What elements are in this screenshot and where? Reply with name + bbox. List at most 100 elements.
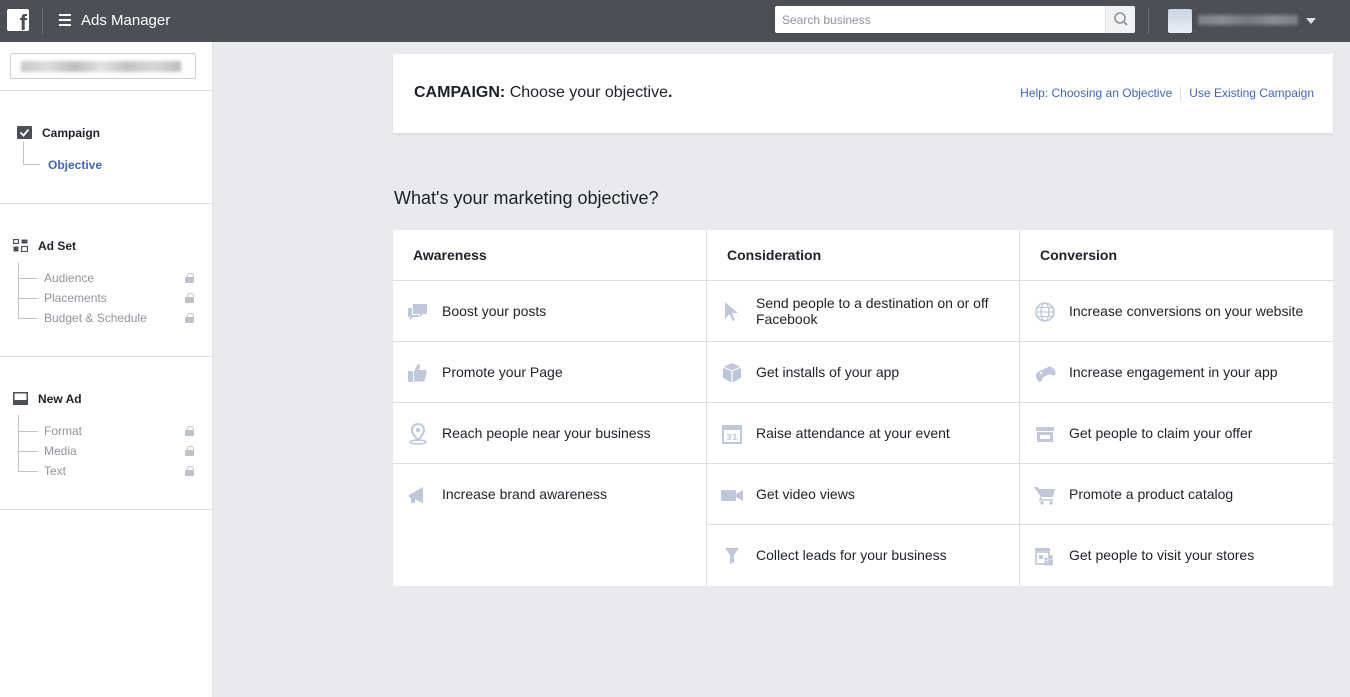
- checkbox-checked-icon: [17, 126, 32, 139]
- consideration-column: Consideration Send people to a destinati…: [706, 230, 1019, 586]
- objective-website-conversions[interactable]: Increase conversions on your website: [1020, 281, 1333, 342]
- tree-line: [18, 431, 38, 432]
- column-heading: Conversion: [1020, 230, 1333, 281]
- objective-event-attendance[interactable]: 31 Raise attendance at your event: [707, 403, 1019, 464]
- lock-icon: [185, 273, 194, 283]
- objective-label: Reach people near your business: [442, 425, 651, 441]
- map-pin-icon: [409, 422, 427, 445]
- account-name-redacted: [1198, 15, 1298, 25]
- link-divider: [1180, 86, 1182, 101]
- tree-line: [18, 415, 19, 471]
- objective-label: Increase brand awareness: [442, 486, 607, 502]
- tree-line: [18, 471, 38, 472]
- objective-offer-claims[interactable]: Get people to claim your offer: [1020, 403, 1333, 464]
- objective-grid: Awareness Boost your posts Promote your …: [393, 230, 1333, 586]
- sidebar-item-budget-schedule[interactable]: Budget & Schedule: [44, 311, 147, 325]
- menu-icon[interactable]: [59, 14, 71, 26]
- tree-line: [18, 278, 38, 279]
- objective-label: Increase conversions on your website: [1069, 303, 1304, 319]
- box-icon: [722, 363, 742, 383]
- use-existing-campaign-link[interactable]: Use Existing Campaign: [1189, 86, 1314, 100]
- page-title-text: Choose your objective: [505, 84, 669, 101]
- sidebar-section-campaign[interactable]: Campaign: [42, 126, 100, 140]
- conversion-column: Conversion Increase conversions on your …: [1019, 230, 1333, 586]
- search-input[interactable]: [775, 6, 1103, 33]
- objective-boost-posts[interactable]: Boost your posts: [393, 281, 706, 342]
- sidebar-section-ad-set[interactable]: Ad Set: [38, 239, 76, 253]
- topbar-divider: [1148, 8, 1149, 34]
- sidebar-item-placements[interactable]: Placements: [44, 291, 107, 305]
- funnel-icon: [725, 548, 739, 564]
- avatar: [1168, 9, 1192, 33]
- sidebar-divider: [0, 203, 212, 204]
- objective-label: Raise attendance at your event: [756, 425, 950, 441]
- search-button[interactable]: [1105, 6, 1135, 33]
- tree-line: [23, 142, 24, 164]
- objective-promote-page[interactable]: Promote your Page: [393, 342, 706, 403]
- sidebar-section-new-ad[interactable]: New Ad: [38, 392, 82, 406]
- objective-video-views[interactable]: Get video views: [707, 464, 1019, 525]
- cursor-icon: [725, 302, 738, 321]
- page-title-period: .: [668, 84, 673, 101]
- objective-brand-awareness[interactable]: Increase brand awareness: [393, 464, 706, 525]
- video-camera-icon: [721, 490, 743, 501]
- account-menu[interactable]: [1168, 9, 1318, 33]
- megaphone-icon: [409, 487, 423, 503]
- sidebar: Campaign Objective Ad Set Audience Place…: [0, 42, 213, 697]
- column-heading: Consideration: [707, 230, 1019, 281]
- objective-label: Get video views: [756, 486, 855, 502]
- ad-frame-icon: [13, 392, 28, 405]
- facebook-logo-letter: f: [19, 10, 27, 35]
- objective-label: Send people to a destination on or off F…: [756, 295, 989, 327]
- objective-label: Promote a product catalog: [1069, 486, 1234, 502]
- sidebar-divider: [0, 509, 212, 510]
- top-bar: f Ads Manager: [0, 0, 1350, 42]
- page-title-prefix: CAMPAIGN:: [414, 84, 506, 101]
- thumbs-up-icon: [408, 364, 427, 382]
- objective-label: Boost your posts: [442, 303, 547, 319]
- objective-question: What's your marketing objective?: [394, 188, 659, 208]
- sidebar-item-media[interactable]: Media: [44, 444, 77, 458]
- store-people-icon: [1035, 548, 1053, 566]
- app-title[interactable]: Ads Manager: [81, 12, 170, 29]
- objective-product-catalog[interactable]: Promote a product catalog: [1020, 464, 1333, 525]
- search-box: [775, 6, 1135, 33]
- gamepad-icon: [1036, 366, 1056, 382]
- ad-account-selector[interactable]: [10, 53, 196, 79]
- objective-reach-near-business[interactable]: Reach people near your business: [393, 403, 706, 464]
- lock-icon: [185, 313, 194, 323]
- topbar-divider: [42, 8, 43, 34]
- tree-line: [18, 298, 38, 299]
- search-icon: [1114, 12, 1128, 26]
- objective-store-visits[interactable]: Get people to visit your stores: [1020, 525, 1333, 586]
- objective-label: Get installs of your app: [756, 364, 900, 380]
- objective-send-to-destination[interactable]: Send people to a destination on or off F…: [707, 281, 1019, 342]
- sidebar-item-text[interactable]: Text: [44, 464, 66, 478]
- ad-set-grid-icon: [13, 239, 28, 252]
- help-choosing-objective-link[interactable]: Help: Choosing an Objective: [1020, 86, 1172, 100]
- help-links: Help: Choosing an Objective Use Existing …: [1020, 86, 1314, 101]
- lock-icon: [185, 426, 194, 436]
- speech-bubbles-icon: [408, 304, 427, 320]
- tree-line: [18, 262, 19, 318]
- chevron-down-icon: [1306, 18, 1316, 24]
- objective-label: Get people to claim your offer: [1069, 425, 1253, 441]
- globe-icon: [1035, 302, 1055, 322]
- objective-app-engagement[interactable]: Increase engagement in your app: [1020, 342, 1333, 403]
- lock-icon: [185, 446, 194, 456]
- tree-line: [18, 451, 38, 452]
- objective-label: Collect leads for your business: [756, 547, 947, 563]
- shopping-cart-icon: [1034, 487, 1055, 505]
- awareness-column: Awareness Boost your posts Promote your …: [393, 230, 706, 586]
- sidebar-item-format[interactable]: Format: [44, 424, 82, 438]
- facebook-logo-icon[interactable]: f: [7, 9, 29, 35]
- objective-lead-generation[interactable]: Collect leads for your business: [707, 525, 1019, 586]
- sidebar-item-objective[interactable]: Objective: [48, 158, 102, 172]
- campaign-header-card: CAMPAIGN: Choose your objective. Help: C…: [393, 54, 1333, 133]
- objective-app-installs[interactable]: Get installs of your app: [707, 342, 1019, 403]
- objective-label: Get people to visit your stores: [1069, 547, 1255, 563]
- lock-icon: [185, 466, 194, 476]
- objective-label: Promote your Page: [442, 364, 563, 380]
- sidebar-item-audience[interactable]: Audience: [44, 271, 94, 285]
- sidebar-divider: [0, 356, 212, 357]
